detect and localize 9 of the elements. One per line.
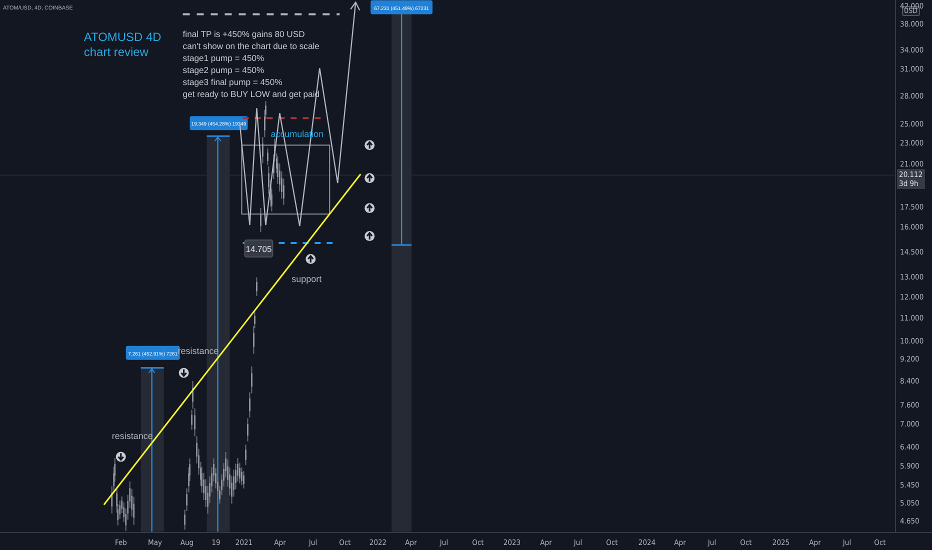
annotation-text: support — [292, 274, 322, 284]
price-tag: 14.705 — [244, 240, 274, 258]
title-text: ATOMUSD 4D — [84, 30, 162, 44]
note-text: can't show on the chart due to scale — [182, 41, 320, 52]
note-text: stage3 final pump = 450% — [182, 77, 282, 88]
note-text: stage2 pump = 450% — [182, 65, 264, 76]
note-text: final TP is +450% gains 80 USD — [182, 29, 305, 40]
note-text: stage1 pump = 450% — [182, 53, 264, 64]
title-text: chart review — [84, 45, 148, 60]
